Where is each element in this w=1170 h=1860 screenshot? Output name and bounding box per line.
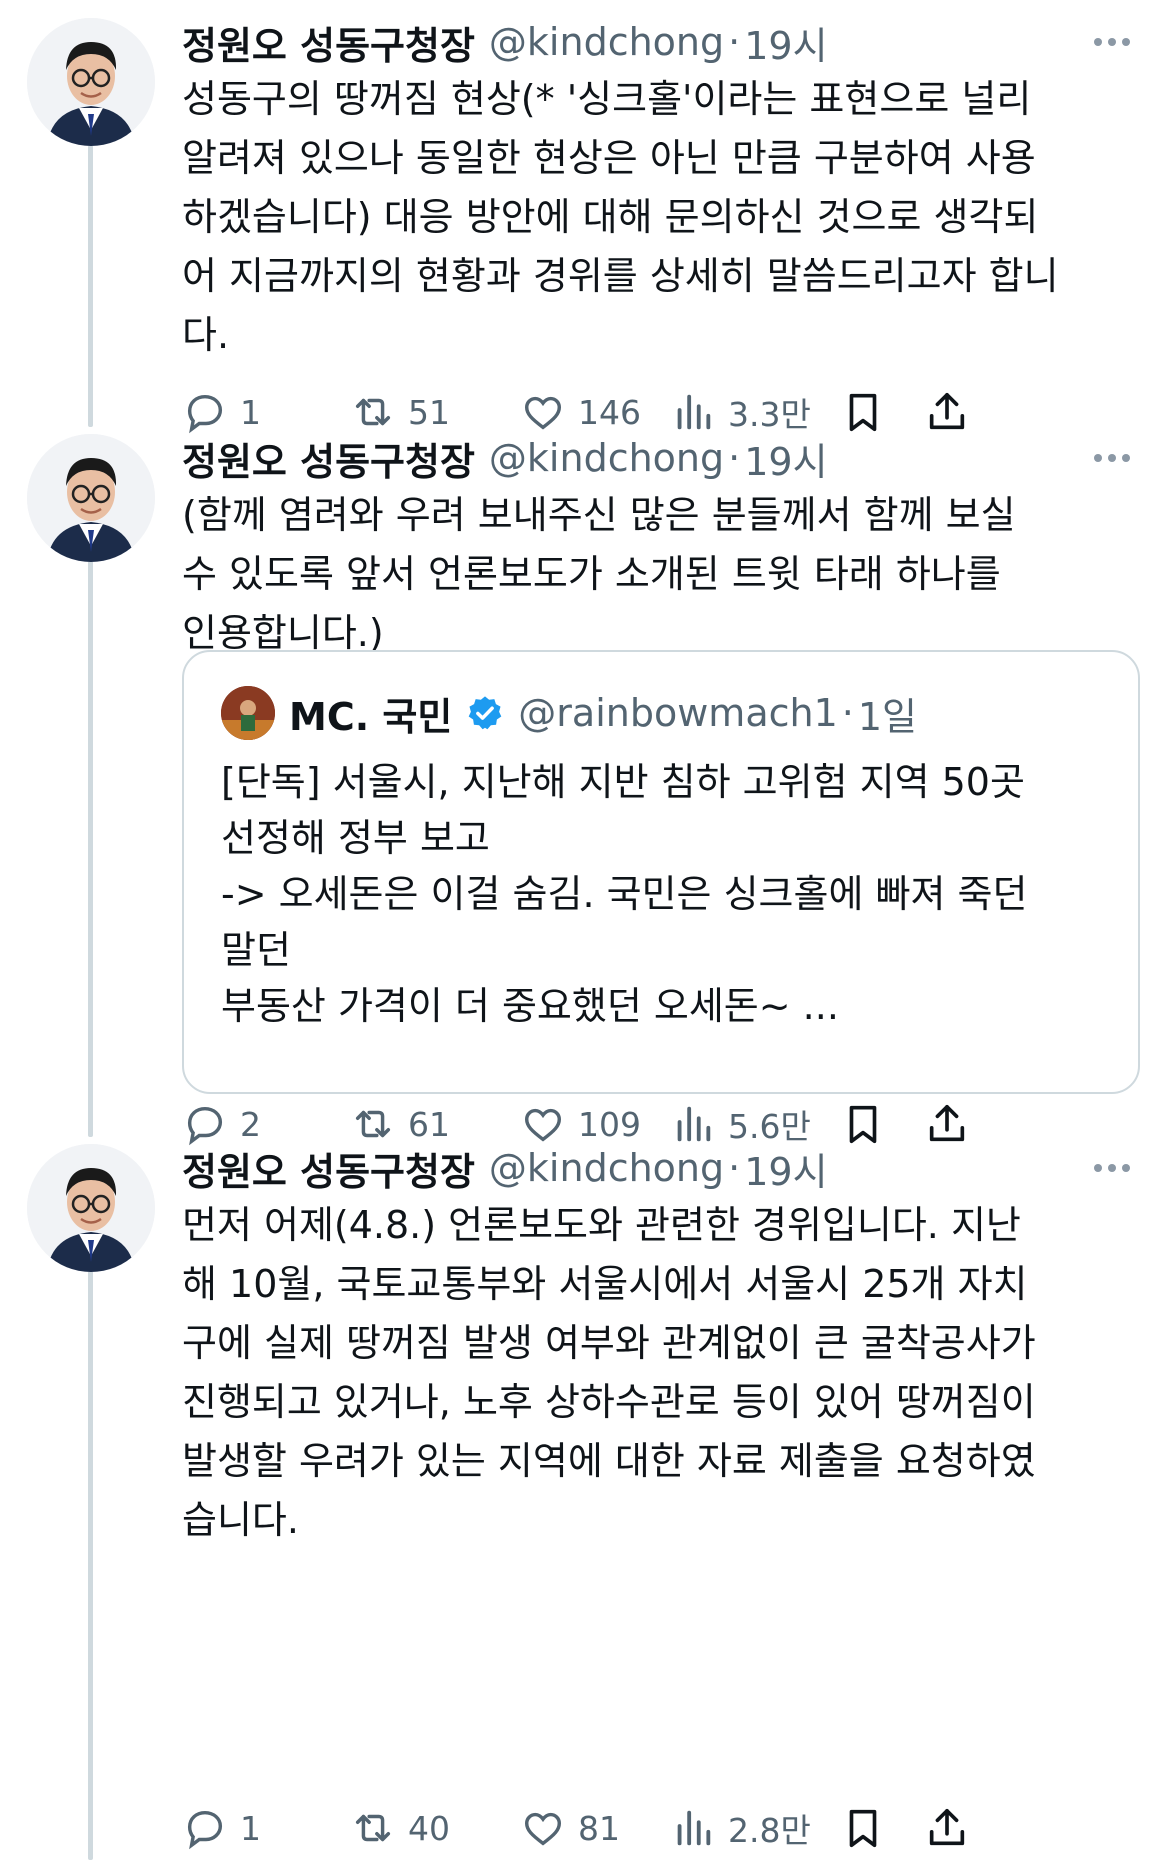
- reply-icon: [187, 1810, 223, 1850]
- avatar[interactable]: [221, 686, 275, 740]
- timestamp[interactable]: 19시: [744, 1141, 827, 1196]
- tweet[interactable]: 정원오 성동구청장 @kindchong · 19시 성동구의 땅꺼짐 현상(*…: [0, 0, 1170, 434]
- share-button[interactable]: [924, 389, 970, 435]
- tweet[interactable]: 정원오 성동구청장 @kindchong · 19시 먼저 어제(4.8.) 언…: [0, 1140, 1170, 1860]
- tweet-text: 성동구의 땅꺼짐 현상(* '싱크홀'이라는 표현으로 널리 알려져 있으나 동…: [182, 77, 1059, 357]
- reply-button[interactable]: 1: [182, 389, 261, 435]
- author-name[interactable]: 정원오 성동구청장: [182, 15, 475, 70]
- bookmark-icon: [849, 1809, 877, 1848]
- tweet-actions: 1 40 81 2.8만: [182, 1798, 1130, 1858]
- separator: ·: [841, 691, 854, 735]
- timestamp[interactable]: 1일: [858, 686, 917, 741]
- reply-icon: [187, 394, 223, 434]
- author-handle[interactable]: @kindchong: [489, 20, 724, 64]
- retweet-icon: [355, 398, 391, 426]
- reply-button[interactable]: 1: [182, 1805, 261, 1851]
- more-icon[interactable]: [1088, 430, 1130, 486]
- share-icon: [929, 392, 965, 430]
- like-icon: [524, 1812, 562, 1846]
- tweet-text: 먼저 어제(4.8.) 언론보도와 관련한 경위입니다. 지난 해 10월, 국…: [182, 1203, 1036, 1542]
- share-icon: [929, 1808, 965, 1846]
- author-name[interactable]: 정원오 성동구청장: [182, 431, 475, 486]
- like-count: 146: [578, 392, 641, 432]
- retweet-count: 40: [408, 1808, 450, 1848]
- author-name[interactable]: MC. 국민: [289, 686, 452, 741]
- tweet[interactable]: 정원오 성동구청장 @kindchong · 19시 (함께 염려와 우려 보내…: [0, 430, 1170, 1146]
- views-button[interactable]: 3.3만: [670, 388, 811, 436]
- share-button[interactable]: [924, 1805, 970, 1851]
- quote-text: [단독] 서울시, 지난해 지반 침하 고위험 지역 50곳 선정해 정부 보고…: [221, 760, 1028, 1028]
- bookmark-button[interactable]: [840, 389, 886, 435]
- avatar[interactable]: [27, 1144, 155, 1272]
- views-icon: [677, 394, 711, 430]
- tweet-header: 정원오 성동구청장 @kindchong · 19시: [182, 430, 1130, 486]
- quoted-tweet[interactable]: MC. 국민 @rainbowmach1 · 1일 [단독] 서울시, 지난해 …: [182, 650, 1140, 1094]
- like-count: 109: [578, 1104, 641, 1144]
- retweet-count: 51: [408, 392, 450, 432]
- timestamp[interactable]: 19시: [744, 15, 827, 70]
- author-name[interactable]: 정원오 성동구청장: [182, 1141, 475, 1196]
- views-icon: [677, 1810, 711, 1846]
- avatar[interactable]: [27, 18, 155, 146]
- quote-header: MC. 국민 @rainbowmach1 · 1일: [221, 686, 917, 740]
- tweet-header: 정원오 성동구청장 @kindchong · 19시: [182, 1140, 1130, 1196]
- view-count: 3.3만: [728, 395, 811, 434]
- timestamp[interactable]: 19시: [744, 431, 827, 486]
- tweet-text: (함께 염려와 우려 보내주신 많은 분들께서 함께 보실 수 있도록 앞서 언…: [182, 493, 1016, 655]
- author-handle[interactable]: @kindchong: [489, 436, 724, 480]
- bookmark-icon: [849, 393, 877, 432]
- retweet-button[interactable]: 40: [350, 1805, 450, 1851]
- avatar[interactable]: [27, 434, 155, 562]
- author-handle[interactable]: @kindchong: [489, 1146, 724, 1190]
- like-button[interactable]: 81: [520, 1805, 620, 1851]
- reply-count: 1: [240, 1808, 261, 1848]
- view-count: 2.8만: [728, 1811, 811, 1850]
- reply-count: 1: [240, 392, 261, 432]
- more-icon[interactable]: [1088, 1140, 1130, 1196]
- retweet-button[interactable]: 51: [350, 389, 450, 435]
- like-button[interactable]: 146: [520, 389, 641, 435]
- separator: ·: [728, 20, 741, 64]
- reply-count: 2: [240, 1104, 261, 1144]
- retweet-icon: [355, 1814, 391, 1842]
- views-button[interactable]: 2.8만: [670, 1804, 811, 1852]
- more-icon[interactable]: [1088, 14, 1130, 70]
- like-count: 81: [578, 1808, 620, 1848]
- tweet-header: 정원오 성동구청장 @kindchong · 19시: [182, 14, 1130, 70]
- retweet-count: 61: [408, 1104, 450, 1144]
- verified-icon: [468, 696, 502, 730]
- like-icon: [524, 396, 562, 430]
- bookmark-button[interactable]: [840, 1805, 886, 1851]
- author-handle[interactable]: @rainbowmach1: [518, 691, 837, 735]
- separator: ·: [728, 1146, 741, 1190]
- separator: ·: [728, 436, 741, 480]
